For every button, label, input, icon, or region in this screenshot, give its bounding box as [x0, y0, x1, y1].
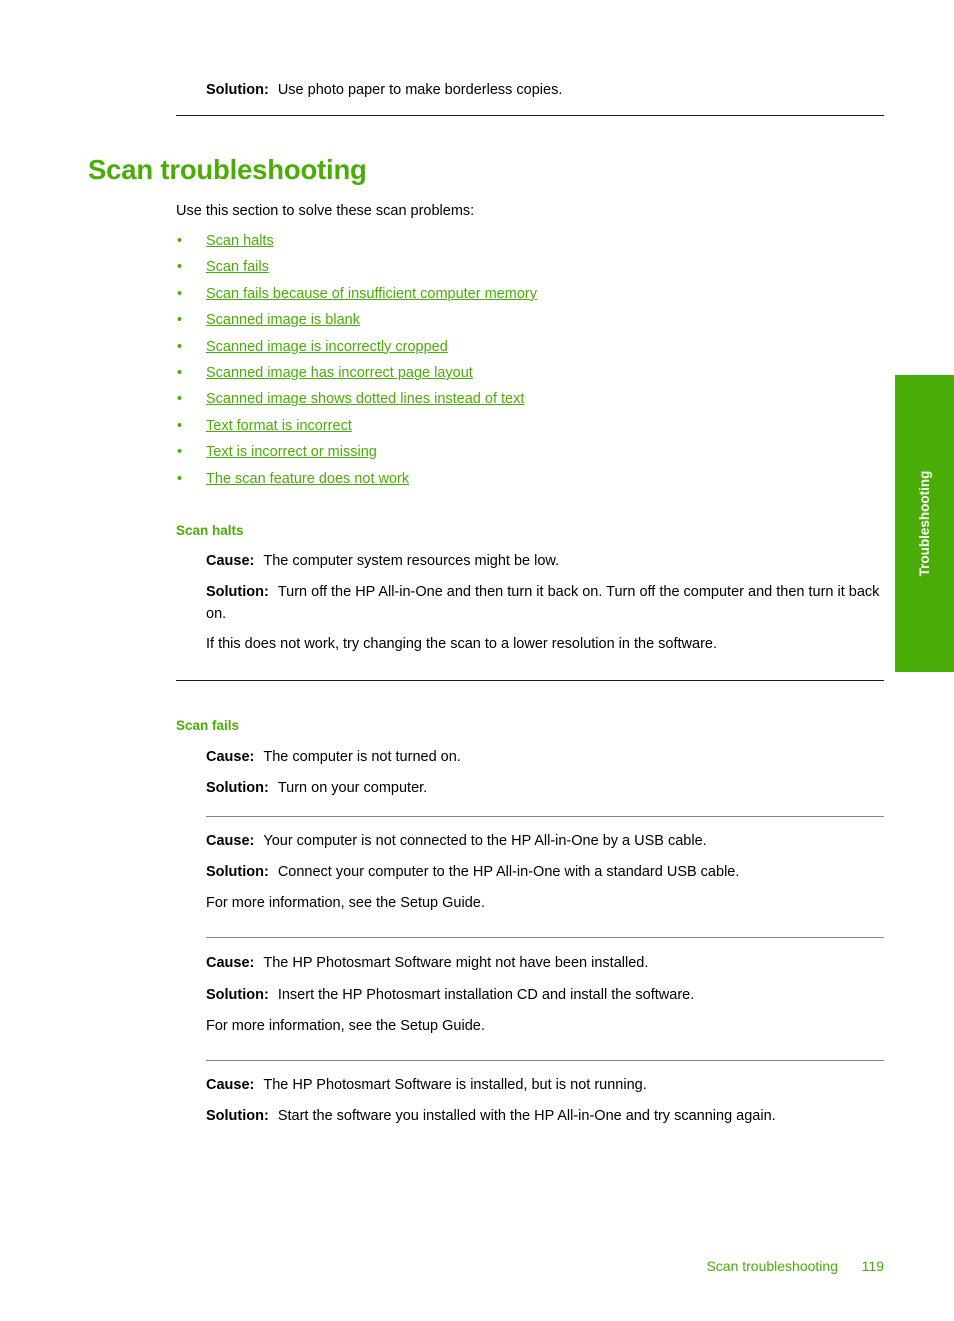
cause-line: Cause: The computer system resources migh… — [206, 551, 884, 573]
solution-text: Turn on your computer. — [277, 780, 428, 796]
solution-label: Solution: — [206, 780, 269, 796]
toc-link-incorrect-page-layout[interactable]: Scanned image has incorrect page layout — [206, 363, 473, 383]
cause-label: Cause: — [206, 833, 255, 849]
footer-section-title: Scan troubleshooting — [706, 1258, 838, 1274]
toc-link-list: • Scan halts • Scan fails • Scan fails b… — [176, 231, 884, 495]
cause-line: Cause: The HP Photosmart Software might n… — [206, 953, 884, 975]
solution-label: Solution: — [206, 1108, 269, 1124]
bullet-icon: • — [177, 233, 183, 249]
list-item: • Scanned image has incorrect page layou… — [176, 363, 884, 389]
side-tab-label: Troubleshooting — [917, 470, 932, 577]
solution-label: Solution: — [206, 82, 269, 98]
solution-label: Solution: — [206, 584, 269, 600]
toc-link-insufficient-memory[interactable]: Scan fails because of insufficient compu… — [206, 284, 537, 304]
intro-text: Use this section to solve these scan pro… — [176, 203, 475, 219]
toc-link-scan-fails[interactable]: Scan fails — [206, 257, 269, 277]
note-text: For more information, see the Setup Guid… — [206, 895, 485, 911]
side-tab-troubleshooting: Troubleshooting — [895, 375, 954, 672]
toc-link-incorrectly-cropped[interactable]: Scanned image is incorrectly cropped — [206, 337, 448, 357]
cause-text: Your computer is not connected to the HP… — [263, 833, 707, 849]
list-item: • Scanned image is incorrectly cropped — [176, 337, 884, 363]
note-text: If this does not work, try changing the … — [206, 636, 717, 652]
page-footer: Scan troubleshooting 119 — [176, 1258, 884, 1274]
list-item: • Scanned image is blank — [176, 310, 884, 336]
toc-link-image-blank[interactable]: Scanned image is blank — [206, 310, 360, 330]
cause-label: Cause: — [206, 553, 255, 569]
cause-line: Cause: The computer is not turned on. — [206, 747, 884, 769]
cause-label: Cause: — [206, 955, 255, 971]
solution-line: Solution: Connect your computer to the HP… — [206, 862, 884, 884]
note-text: For more information, see the Setup Guid… — [206, 1018, 485, 1034]
subsection-heading-scan-fails: Scan fails — [176, 718, 240, 733]
solution-line: Solution: Insert the HP Photosmart instal… — [206, 985, 884, 1007]
solution-text: Insert the HP Photosmart installation CD… — [277, 987, 695, 1003]
solution-text: Use photo paper to make borderless copie… — [277, 82, 563, 98]
list-item: • The scan feature does not work — [176, 469, 884, 495]
bullet-icon: • — [177, 338, 183, 355]
solution-text: Turn off the HP All-in-One and then turn… — [206, 584, 880, 622]
solution-label: Solution: — [206, 987, 269, 1003]
list-item: • Scan fails — [176, 257, 884, 283]
toc-link-dotted-lines[interactable]: Scanned image shows dotted lines instead… — [206, 389, 524, 409]
block-divider — [206, 937, 884, 938]
page-number: 119 — [861, 1258, 884, 1274]
bullet-icon: • — [177, 417, 183, 434]
toc-link-text-format-incorrect[interactable]: Text format is incorrect — [206, 416, 352, 436]
page-title: Scan troubleshooting — [88, 154, 367, 185]
toc-link-scan-halts[interactable]: Scan halts — [206, 231, 274, 251]
bullet-icon: • — [177, 259, 183, 276]
bullet-icon: • — [177, 391, 183, 408]
block-divider — [206, 816, 884, 817]
bullet-icon: • — [177, 444, 183, 461]
block-divider — [206, 1060, 884, 1061]
list-item: • Text is incorrect or missing — [176, 442, 884, 468]
section-divider-scan-halts — [176, 680, 884, 681]
cause-text: The HP Photosmart Software is installed,… — [263, 1077, 647, 1093]
toc-link-scan-feature-not-work[interactable]: The scan feature does not work — [206, 469, 409, 489]
solution-text: Connect your computer to the HP All-in-O… — [277, 864, 740, 880]
cause-label: Cause: — [206, 1077, 255, 1093]
bullet-icon: • — [177, 312, 183, 329]
document-page: Solution: Use photo paper to make borderl… — [0, 0, 954, 1321]
top-solution-line: Solution: Use photo paper to make borderl… — [176, 80, 884, 100]
cause-line: Cause: The HP Photosmart Software is inst… — [206, 1075, 884, 1097]
cause-text: The computer system resources might be l… — [263, 553, 560, 569]
subsection-heading-scan-halts: Scan halts — [176, 523, 244, 538]
cause-text: The HP Photosmart Software might not hav… — [263, 955, 649, 971]
list-item: • Text format is incorrect — [176, 416, 884, 442]
toc-link-text-incorrect-missing[interactable]: Text is incorrect or missing — [206, 442, 377, 462]
solution-line: Solution: Start the software you installe… — [206, 1106, 884, 1128]
list-item: • Scan fails because of insufficient com… — [176, 284, 884, 310]
bullet-icon: • — [177, 470, 183, 487]
section-divider-top — [176, 115, 884, 116]
solution-label: Solution: — [206, 864, 269, 880]
list-item: • Scan halts — [176, 231, 884, 257]
solution-text: Start the software you installed with th… — [277, 1108, 776, 1124]
solution-line: Solution: Turn on your computer. — [206, 778, 884, 800]
cause-label: Cause: — [206, 749, 255, 765]
cause-text: The computer is not turned on. — [263, 749, 461, 765]
cause-line: Cause: Your computer is not connected to … — [206, 831, 884, 853]
list-item: • Scanned image shows dotted lines inste… — [176, 389, 884, 415]
bullet-icon: • — [177, 364, 183, 381]
bullet-icon: • — [177, 285, 183, 302]
solution-line: Solution: Turn off the HP All-in-One and … — [206, 582, 884, 625]
